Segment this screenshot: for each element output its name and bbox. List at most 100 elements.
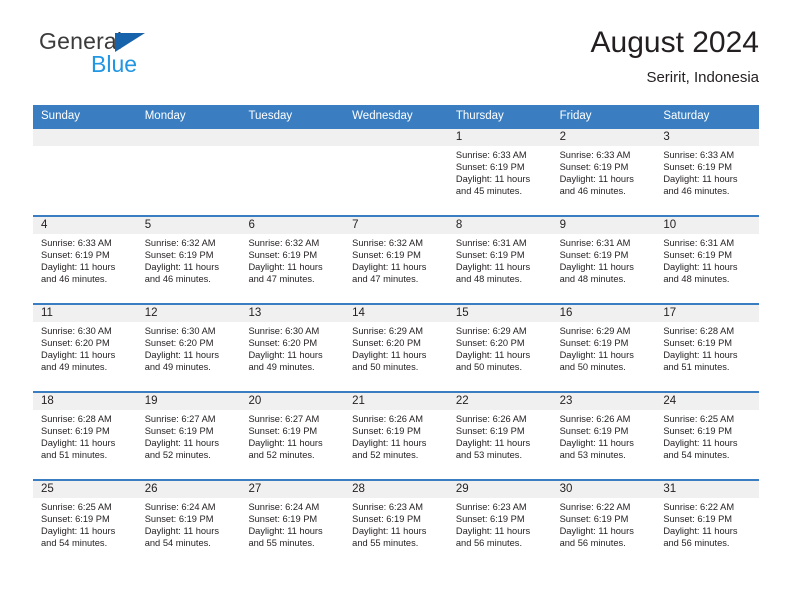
calendar-day-cell[interactable] xyxy=(344,129,448,215)
day-number: 10 xyxy=(655,217,760,234)
day-details: Sunrise: 6:29 AM Sunset: 6:19 PM Dayligh… xyxy=(552,322,656,373)
day-number xyxy=(33,129,137,146)
sunset-time: Sunset: 6:19 PM xyxy=(663,162,733,173)
calendar-day-cell[interactable]: 23 Sunrise: 6:26 AM Sunset: 6:19 PM Dayl… xyxy=(551,393,656,479)
calendar-grid: Sunday Monday Tuesday Wednesday Thursday… xyxy=(33,105,760,567)
calendar-day-cell[interactable]: 25 Sunrise: 6:25 AM Sunset: 6:19 PM Dayl… xyxy=(33,481,137,567)
sunset-time: Sunset: 6:19 PM xyxy=(455,162,525,173)
day-details: Sunrise: 6:33 AM Sunset: 6:19 PM Dayligh… xyxy=(448,146,552,197)
calendar-day-cell[interactable]: 27 Sunrise: 6:24 AM Sunset: 6:19 PM Dayl… xyxy=(240,481,345,567)
daylight-duration: Daylight: 11 hours and 51 minutes. xyxy=(663,350,738,373)
daylight-duration: Daylight: 11 hours and 46 minutes. xyxy=(41,262,116,285)
day-number: 7 xyxy=(344,217,448,234)
day-details: Sunrise: 6:26 AM Sunset: 6:19 PM Dayligh… xyxy=(552,410,656,461)
sunset-time: Sunset: 6:19 PM xyxy=(352,250,421,261)
daylight-duration: Daylight: 11 hours and 46 minutes. xyxy=(559,174,634,197)
sunrise-time: Sunrise: 6:25 AM xyxy=(41,502,112,512)
sunset-time: Sunset: 6:19 PM xyxy=(559,338,629,349)
day-number: 28 xyxy=(344,481,448,498)
day-number: 22 xyxy=(447,393,552,410)
sunset-time: Sunset: 6:20 PM xyxy=(455,338,525,349)
calendar-day-cell[interactable] xyxy=(240,129,345,215)
daylight-duration: Daylight: 11 hours and 47 minutes. xyxy=(248,262,323,285)
sunrise-time: Sunrise: 6:28 AM xyxy=(41,414,112,424)
day-details: Sunrise: 6:25 AM Sunset: 6:19 PM Dayligh… xyxy=(33,498,137,549)
day-number: 19 xyxy=(136,393,241,410)
day-details: Sunrise: 6:32 AM Sunset: 6:19 PM Dayligh… xyxy=(240,234,344,285)
sunrise-time: Sunrise: 6:32 AM xyxy=(144,238,216,248)
day-details: Sunrise: 6:22 AM Sunset: 6:19 PM Dayligh… xyxy=(655,498,759,549)
calendar-day-cell[interactable]: 18 Sunrise: 6:28 AM Sunset: 6:19 PM Dayl… xyxy=(33,393,137,479)
calendar-day-cell[interactable] xyxy=(33,129,137,215)
calendar-day-cell[interactable] xyxy=(136,129,241,215)
calendar-day-cell[interactable]: 14 Sunrise: 6:29 AM Sunset: 6:20 PM Dayl… xyxy=(344,305,448,391)
calendar-day-cell[interactable]: 17 Sunrise: 6:28 AM Sunset: 6:19 PM Dayl… xyxy=(655,305,760,391)
calendar-day-cell[interactable]: 2 Sunrise: 6:33 AM Sunset: 6:19 PM Dayli… xyxy=(551,129,656,215)
calendar-day-cell[interactable]: 22 Sunrise: 6:26 AM Sunset: 6:19 PM Dayl… xyxy=(447,393,552,479)
calendar-day-cell[interactable]: 20 Sunrise: 6:27 AM Sunset: 6:19 PM Dayl… xyxy=(240,393,345,479)
daylight-duration: Daylight: 11 hours and 56 minutes. xyxy=(663,526,738,549)
calendar-day-cell[interactable]: 19 Sunrise: 6:27 AM Sunset: 6:19 PM Dayl… xyxy=(136,393,241,479)
calendar-day-cell[interactable]: 15 Sunrise: 6:29 AM Sunset: 6:20 PM Dayl… xyxy=(447,305,552,391)
calendar-day-cell[interactable]: 9 Sunrise: 6:31 AM Sunset: 6:19 PM Dayli… xyxy=(551,217,656,303)
sunset-time: Sunset: 6:19 PM xyxy=(663,250,733,261)
day-number: 30 xyxy=(551,481,656,498)
calendar-day-cell[interactable]: 3 Sunrise: 6:33 AM Sunset: 6:19 PM Dayli… xyxy=(655,129,760,215)
sunset-time: Sunset: 6:19 PM xyxy=(248,514,318,525)
day-number xyxy=(136,129,241,146)
sunset-time: Sunset: 6:19 PM xyxy=(248,426,318,437)
sunrise-time: Sunrise: 6:27 AM xyxy=(144,414,216,424)
daylight-duration: Daylight: 11 hours and 56 minutes. xyxy=(455,526,531,549)
sunrise-time: Sunrise: 6:26 AM xyxy=(559,414,631,424)
calendar-day-cell[interactable]: 12 Sunrise: 6:30 AM Sunset: 6:20 PM Dayl… xyxy=(136,305,241,391)
weekday-header-saturday: Saturday xyxy=(663,110,710,122)
sunrise-time: Sunrise: 6:24 AM xyxy=(144,502,216,512)
calendar-day-cell[interactable]: 31 Sunrise: 6:22 AM Sunset: 6:19 PM Dayl… xyxy=(655,481,760,567)
sunrise-time: Sunrise: 6:26 AM xyxy=(455,414,527,424)
day-details: Sunrise: 6:30 AM Sunset: 6:20 PM Dayligh… xyxy=(137,322,241,373)
daylight-duration: Daylight: 11 hours and 51 minutes. xyxy=(41,438,116,461)
calendar-day-cell[interactable]: 28 Sunrise: 6:23 AM Sunset: 6:19 PM Dayl… xyxy=(344,481,448,567)
calendar-day-cell[interactable]: 21 Sunrise: 6:26 AM Sunset: 6:19 PM Dayl… xyxy=(344,393,448,479)
calendar-week-row: 11 Sunrise: 6:30 AM Sunset: 6:20 PM Dayl… xyxy=(33,303,760,391)
day-number: 13 xyxy=(240,305,345,322)
day-details xyxy=(344,146,448,149)
day-details: Sunrise: 6:27 AM Sunset: 6:19 PM Dayligh… xyxy=(240,410,344,461)
day-details: Sunrise: 6:28 AM Sunset: 6:19 PM Dayligh… xyxy=(33,410,137,461)
calendar-day-cell[interactable]: 5 Sunrise: 6:32 AM Sunset: 6:19 PM Dayli… xyxy=(136,217,241,303)
day-details: Sunrise: 6:24 AM Sunset: 6:19 PM Dayligh… xyxy=(137,498,241,549)
calendar-day-cell[interactable]: 7 Sunrise: 6:32 AM Sunset: 6:19 PM Dayli… xyxy=(344,217,448,303)
calendar-day-cell[interactable]: 13 Sunrise: 6:30 AM Sunset: 6:20 PM Dayl… xyxy=(240,305,345,391)
day-details: Sunrise: 6:31 AM Sunset: 6:19 PM Dayligh… xyxy=(448,234,552,285)
sunset-time: Sunset: 6:20 PM xyxy=(352,338,421,349)
daylight-duration: Daylight: 11 hours and 48 minutes. xyxy=(663,262,738,285)
daylight-duration: Daylight: 11 hours and 55 minutes. xyxy=(352,526,427,549)
calendar-day-cell[interactable]: 26 Sunrise: 6:24 AM Sunset: 6:19 PM Dayl… xyxy=(136,481,241,567)
day-details: Sunrise: 6:30 AM Sunset: 6:20 PM Dayligh… xyxy=(33,322,137,373)
sunrise-time: Sunrise: 6:33 AM xyxy=(663,150,735,160)
calendar-day-cell[interactable]: 4 Sunrise: 6:33 AM Sunset: 6:19 PM Dayli… xyxy=(33,217,137,303)
page-title: August 2024 xyxy=(590,26,759,59)
calendar-day-cell[interactable]: 10 Sunrise: 6:31 AM Sunset: 6:19 PM Dayl… xyxy=(655,217,760,303)
day-number: 12 xyxy=(136,305,241,322)
calendar-day-cell[interactable]: 11 Sunrise: 6:30 AM Sunset: 6:20 PM Dayl… xyxy=(33,305,137,391)
calendar-day-cell[interactable]: 6 Sunrise: 6:32 AM Sunset: 6:19 PM Dayli… xyxy=(240,217,345,303)
calendar-day-cell[interactable]: 16 Sunrise: 6:29 AM Sunset: 6:19 PM Dayl… xyxy=(551,305,656,391)
weekday-header-row: Sunday Monday Tuesday Wednesday Thursday… xyxy=(33,105,759,127)
daylight-duration: Daylight: 11 hours and 46 minutes. xyxy=(144,262,219,285)
sunset-time: Sunset: 6:19 PM xyxy=(41,250,110,261)
day-details: Sunrise: 6:33 AM Sunset: 6:19 PM Dayligh… xyxy=(33,234,137,285)
calendar-day-cell[interactable]: 29 Sunrise: 6:23 AM Sunset: 6:19 PM Dayl… xyxy=(447,481,552,567)
calendar-day-cell[interactable]: 30 Sunrise: 6:22 AM Sunset: 6:19 PM Dayl… xyxy=(551,481,656,567)
calendar-week-row: 4 Sunrise: 6:33 AM Sunset: 6:19 PM Dayli… xyxy=(33,215,760,303)
general-blue-logo[interactable]: General Blue xyxy=(33,30,163,82)
weekday-header-wednesday: Wednesday xyxy=(352,110,413,122)
daylight-duration: Daylight: 11 hours and 49 minutes. xyxy=(144,350,219,373)
calendar-day-cell[interactable]: 8 Sunrise: 6:31 AM Sunset: 6:19 PM Dayli… xyxy=(447,217,552,303)
day-number: 1 xyxy=(447,129,552,146)
sunset-time: Sunset: 6:19 PM xyxy=(559,426,629,437)
sunrise-time: Sunrise: 6:22 AM xyxy=(663,502,735,512)
day-number xyxy=(240,129,345,146)
calendar-day-cell[interactable]: 24 Sunrise: 6:25 AM Sunset: 6:19 PM Dayl… xyxy=(655,393,760,479)
calendar-day-cell[interactable]: 1 Sunrise: 6:33 AM Sunset: 6:19 PM Dayli… xyxy=(447,129,552,215)
